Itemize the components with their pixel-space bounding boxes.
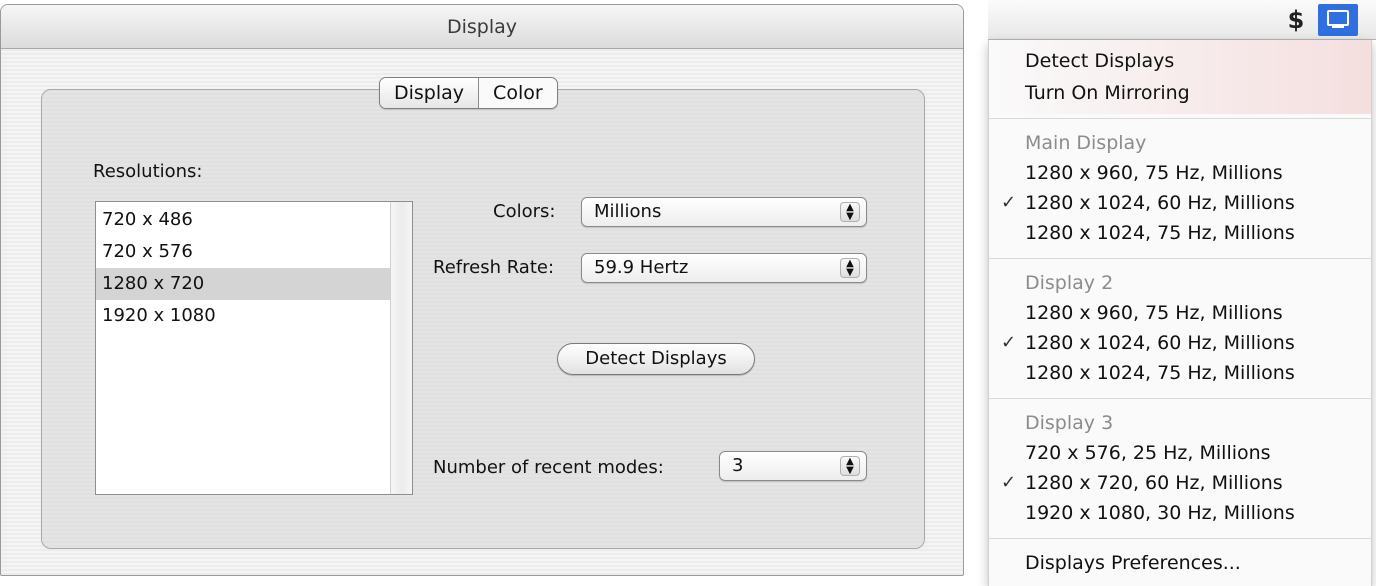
resolutions-list[interactable]: 720 x 486 720 x 576 1280 x 720 1920 x 10… [95,201,413,495]
menu-item-resolution[interactable]: 1920 x 1080, 30 Hz, Millions [989,498,1371,528]
menu-item-resolution-checked[interactable]: ✓ 1280 x 1024, 60 Hz, Millions [989,328,1371,358]
menu-separator [989,258,1371,259]
menu-separator [989,118,1371,119]
refresh-rate-label: Refresh Rate: [433,257,555,278]
recent-modes-popup-value: 3 [732,455,744,476]
resolution-item[interactable]: 720 x 486 [96,204,390,236]
menu-item-label: 1280 x 1024, 60 Hz, Millions [1025,332,1295,354]
window-title: Display [1,5,963,49]
colors-popup[interactable]: Millions ▲ ▼ [581,197,867,227]
tab-bar: Display Color [379,77,558,109]
displays-menu: Detect Displays Turn On Mirroring Main D… [988,40,1372,586]
menu-item-displays-preferences[interactable]: Displays Preferences... [989,548,1371,578]
resolutions-label: Resolutions: [93,161,203,182]
detect-displays-button[interactable]: Detect Displays [557,343,755,375]
menu-section-display-3: Display 3 [1025,412,1114,434]
menu-separator [989,398,1371,399]
menu-item-resolution[interactable]: 1280 x 1024, 75 Hz, Millions [989,218,1371,248]
colors-popup-value: Millions [594,201,662,222]
resolutions-scrollbar[interactable] [390,202,412,494]
resolution-item[interactable]: 720 x 576 [96,236,390,268]
recent-modes-popup[interactable]: 3 ▲ ▼ [719,451,867,481]
checkmark-icon: ✓ [1001,332,1017,353]
refresh-rate-popup-value: 59.9 Hertz [594,257,689,278]
resolution-item-selected[interactable]: 1280 x 720 [96,268,390,300]
menu-bar: $ [988,0,1376,40]
menu-item-resolution[interactable]: 1280 x 960, 75 Hz, Millions [989,158,1371,188]
display-preferences-window: Display Display Color Resolutions: 720 x… [0,4,964,576]
display-menu-icon[interactable] [1318,4,1358,36]
menu-item-resolution-checked[interactable]: ✓ 1280 x 1024, 60 Hz, Millions [989,188,1371,218]
menu-item-resolution[interactable]: 1280 x 960, 75 Hz, Millions [989,298,1371,328]
popup-arrows-icon: ▲ ▼ [840,258,860,278]
menu-section-main-display: Main Display [1025,132,1147,154]
menu-item-resolution-checked[interactable]: ✓ 1280 x 720, 60 Hz, Millions [989,468,1371,498]
menu-item-label: 1280 x 1024, 60 Hz, Millions [1025,192,1295,214]
menu-item-label: 1280 x 720, 60 Hz, Millions [1025,472,1283,494]
checkmark-icon: ✓ [1001,472,1017,493]
tab-color[interactable]: Color [478,78,557,108]
menu-separator [989,538,1371,539]
popup-arrows-icon: ▲ ▼ [840,202,860,222]
menu-item-detect-displays[interactable]: Detect Displays [989,46,1371,76]
checkmark-icon: ✓ [1001,192,1017,213]
recent-modes-label: Number of recent modes: [433,457,664,478]
menu-section-display-2: Display 2 [1025,272,1114,294]
menu-item-resolution[interactable]: 1280 x 1024, 75 Hz, Millions [989,358,1371,388]
dollar-sign-icon[interactable]: $ [1286,6,1306,34]
popup-arrows-icon: ▲ ▼ [840,456,860,476]
resolution-item[interactable]: 1920 x 1080 [96,300,390,332]
colors-label: Colors: [493,201,556,222]
refresh-rate-popup[interactable]: 59.9 Hertz ▲ ▼ [581,253,867,283]
menu-item-turn-on-mirroring[interactable]: Turn On Mirroring [989,78,1371,108]
menu-item-resolution[interactable]: 720 x 576, 25 Hz, Millions [989,438,1371,468]
tab-display[interactable]: Display [380,78,479,108]
